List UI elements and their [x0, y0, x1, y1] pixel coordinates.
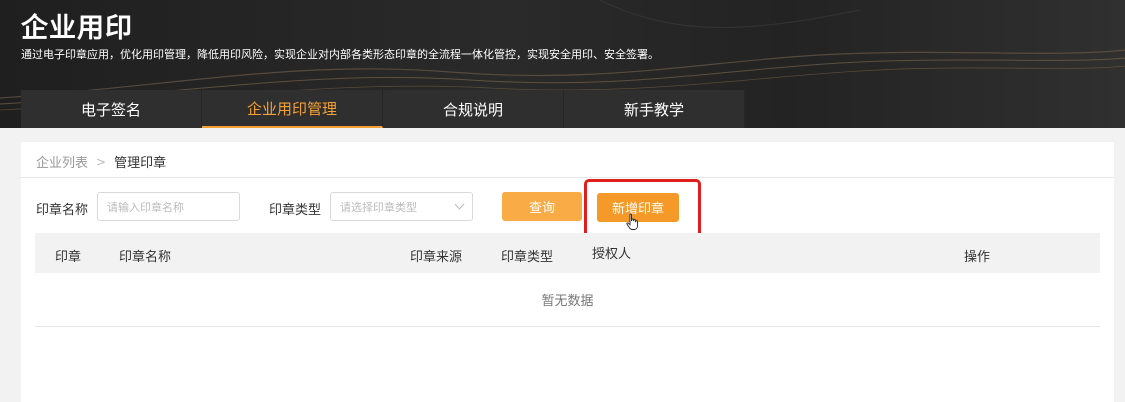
query-button[interactable]: 查询 [502, 192, 582, 221]
seal-type-select[interactable]: 请选择印章类型 [330, 192, 473, 221]
seal-name-label: 印章名称 [36, 203, 89, 218]
chevron-down-icon [454, 199, 465, 210]
breadcrumb-separator-icon: > [96, 154, 107, 169]
table-header: 印章 印章名称 印章来源 印章类型 授权人 操作 [35, 233, 1100, 273]
table-empty-state: 暂无数据 [35, 273, 1100, 327]
tab-e-signature[interactable]: 电子签名 [21, 90, 202, 128]
seal-type-label: 印章类型 [269, 203, 322, 218]
column-seal-source: 印章来源 [410, 250, 463, 265]
page-title: 企业用印 [21, 13, 133, 44]
divider [21, 177, 1114, 178]
seal-type-placeholder: 请选择印章类型 [340, 200, 417, 214]
column-seal: 印章 [55, 250, 82, 265]
breadcrumb-current: 管理印章 [114, 156, 167, 171]
column-authorizer: 授权人 [592, 247, 632, 262]
seal-management-card: 企业列表 > 管理印章 印章名称 请输入印章名称 印章类型 请选择印章类型 查询… [21, 142, 1114, 402]
hero-banner: 企业用印 通过电子印章应用，优化用印管理，降低用印风险，实现企业对内部各类形态印… [0, 0, 1125, 128]
tab-tutorial[interactable]: 新手教学 [564, 90, 745, 128]
column-actions: 操作 [964, 250, 991, 265]
breadcrumb: 企业列表 > 管理印章 [36, 152, 167, 172]
seal-name-input[interactable]: 请输入印章名称 [97, 192, 240, 221]
tab-compliance[interactable]: 合规说明 [383, 90, 564, 128]
seal-name-placeholder: 请输入印章名称 [107, 200, 184, 214]
column-seal-name: 印章名称 [119, 250, 172, 265]
breadcrumb-parent-link[interactable]: 企业列表 [36, 152, 88, 171]
tab-bar: 电子签名 企业用印管理 合规说明 新手教学 [21, 90, 745, 128]
tab-seal-management[interactable]: 企业用印管理 [202, 90, 383, 128]
page-description: 通过电子印章应用，优化用印管理，降低用印风险，实现企业对内部各类形态印章的全流程… [21, 48, 659, 61]
hand-cursor-icon [626, 213, 638, 230]
column-seal-type: 印章类型 [501, 250, 554, 265]
